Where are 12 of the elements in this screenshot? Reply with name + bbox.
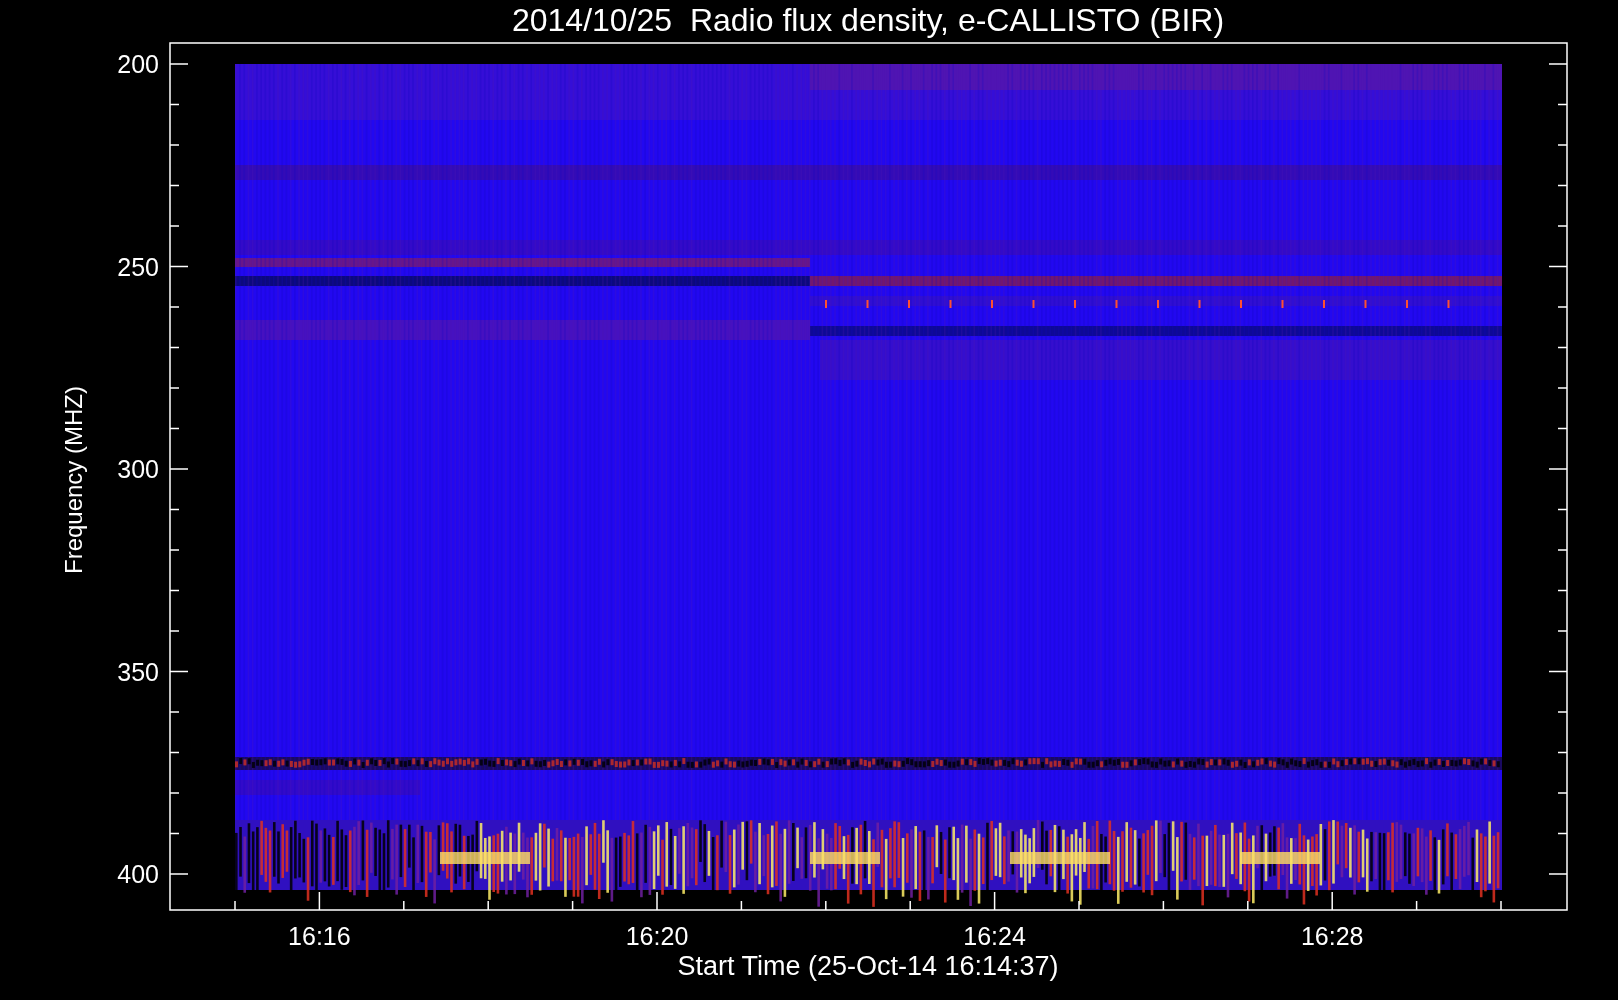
y-tick-label: 350 [117,657,159,686]
x-axis-label: Start Time (25-Oct-14 16:14:37) [677,951,1059,981]
y-tick-label: 250 [117,252,159,281]
x-tick-label: 16:16 [288,922,351,950]
y-tick-label: 200 [117,50,159,78]
y-tick-label: 300 [117,455,159,483]
x-tick-label: 16:28 [1300,922,1364,950]
x-tick-label: 16:20 [625,922,689,950]
y-axis-label: Frequency (MHZ) [60,386,87,574]
y-tick-label: 400 [117,860,159,888]
x-tick-label: 16:24 [963,922,1026,950]
chart-title: 2014/10/25 Radio flux density, e-CALLISTO (BIR) [511,2,1225,38]
